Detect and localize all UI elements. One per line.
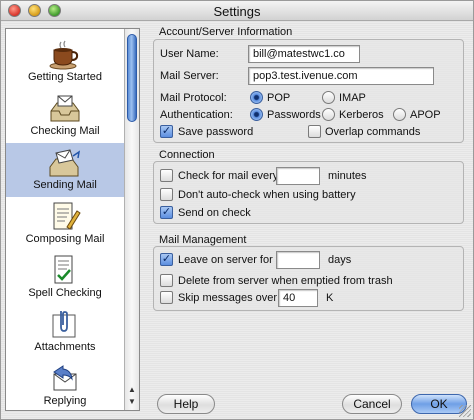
management-group: ✓ Leave on server for days Delete from s… xyxy=(153,246,464,311)
sidebar-item-label: Composing Mail xyxy=(25,233,105,245)
settings-window: Settings Getting Started Checking Mail S… xyxy=(0,0,474,420)
resize-grip-icon[interactable] xyxy=(459,405,471,417)
window-title: Settings xyxy=(213,4,261,19)
leave-on-server-checkbox[interactable]: ✓ xyxy=(160,253,173,266)
scrollbar-thumb[interactable] xyxy=(127,34,137,122)
protocol-imap-radio[interactable] xyxy=(322,91,335,104)
send-on-check-label: Send on check xyxy=(178,207,251,219)
check-interval-field[interactable] xyxy=(276,167,320,185)
days-label: days xyxy=(328,254,352,266)
sidebar-item-attachments[interactable]: Attachments xyxy=(6,305,124,359)
sidebar-item-label: Sending Mail xyxy=(33,179,97,191)
sidebar-scrollbar[interactable]: ▲ ▼ xyxy=(124,29,139,410)
title-bar[interactable]: Settings xyxy=(1,1,473,21)
document-pen-icon xyxy=(53,202,81,230)
sidebar-item-label: Replying xyxy=(43,395,87,407)
leave-on-server-label: Leave on server for xyxy=(178,254,273,266)
scroll-down-arrow-icon[interactable]: ▼ xyxy=(127,397,137,407)
auth-passwords-label: Passwords xyxy=(267,109,321,121)
overlap-commands-label: Overlap commands xyxy=(325,126,421,138)
minutes-label: minutes xyxy=(328,170,367,182)
save-password-label: Save password xyxy=(178,126,254,138)
reply-envelope-icon xyxy=(53,365,77,391)
spell-check-icon xyxy=(54,255,73,284)
user-name-field[interactable]: bill@matestwc1.co xyxy=(248,45,360,63)
protocol-pop-label: POP xyxy=(267,92,291,104)
check-mail-every-label: Check for mail every xyxy=(178,170,279,182)
skip-messages-label: Skip messages over xyxy=(178,292,278,304)
user-name-label: User Name: xyxy=(160,48,219,60)
battery-label: Don't auto-check when using battery xyxy=(178,189,356,201)
mail-protocol-label: Mail Protocol: xyxy=(160,92,227,104)
sidebar-item-label: Checking Mail xyxy=(30,125,100,137)
delete-from-server-checkbox[interactable] xyxy=(160,274,173,287)
sidebar-item-label: Spell Checking xyxy=(28,287,102,299)
sidebar-item-sending-mail[interactable]: Sending Mail xyxy=(6,143,124,197)
account-group: User Name: bill@matestwc1.co Mail Server… xyxy=(153,39,464,143)
sidebar-item-composing-mail[interactable]: Composing Mail xyxy=(6,197,124,251)
auth-apop-radio[interactable] xyxy=(393,108,406,121)
authentication-label: Authentication: xyxy=(160,109,233,121)
sidebar-item-label: Getting Started xyxy=(28,71,102,83)
mail-server-label: Mail Server: xyxy=(160,70,219,82)
sidebar-item-replying[interactable]: Replying xyxy=(6,359,124,410)
send-on-check-checkbox[interactable]: ✓ xyxy=(160,206,173,219)
inbox-tray-icon xyxy=(50,95,80,122)
check-mail-every-checkbox[interactable] xyxy=(160,169,173,182)
sidebar-item-checking-mail[interactable]: Checking Mail xyxy=(6,89,124,143)
connection-group: Check for mail every minutes Don't auto-… xyxy=(153,161,464,224)
auth-kerberos-label: Kerberos xyxy=(339,109,384,121)
skip-messages-checkbox[interactable] xyxy=(160,291,173,304)
save-password-checkbox[interactable]: ✓ xyxy=(160,125,173,138)
sidebar-item-label: Attachments xyxy=(34,341,96,353)
mail-server-field[interactable]: pop3.test.ivenue.com xyxy=(248,67,434,85)
cancel-button[interactable]: Cancel xyxy=(342,394,402,414)
auth-passwords-radio[interactable] xyxy=(250,108,263,121)
attachment-clip-icon xyxy=(52,311,76,338)
sidebar-item-getting-started[interactable]: Getting Started xyxy=(6,35,124,89)
help-button[interactable]: Help xyxy=(157,394,215,414)
overlap-commands-checkbox[interactable] xyxy=(308,125,321,138)
protocol-pop-radio[interactable] xyxy=(250,91,263,104)
account-section-title: Account/Server Information xyxy=(159,26,293,38)
auth-kerberos-radio[interactable] xyxy=(322,108,335,121)
protocol-imap-label: IMAP xyxy=(339,92,366,104)
category-items: Getting Started Checking Mail Sending Ma… xyxy=(6,29,124,410)
skip-size-field[interactable]: 40 xyxy=(278,289,318,307)
sidebar-item-spell-checking[interactable]: Spell Checking xyxy=(6,251,124,305)
settings-category-list[interactable]: Getting Started Checking Mail Sending Ma… xyxy=(5,28,140,411)
outbox-envelope-icon xyxy=(49,149,81,177)
scroll-up-arrow-icon[interactable]: ▲ xyxy=(127,385,137,395)
leave-days-field[interactable] xyxy=(276,251,320,269)
coffee-cup-icon xyxy=(49,40,79,70)
management-section-title: Mail Management xyxy=(159,234,247,246)
kilobytes-label: K xyxy=(326,292,334,304)
connection-section-title: Connection xyxy=(159,149,215,161)
auth-apop-label: APOP xyxy=(410,109,441,121)
delete-from-server-label: Delete from server when emptied from tra… xyxy=(178,275,393,287)
battery-checkbox[interactable] xyxy=(160,188,173,201)
